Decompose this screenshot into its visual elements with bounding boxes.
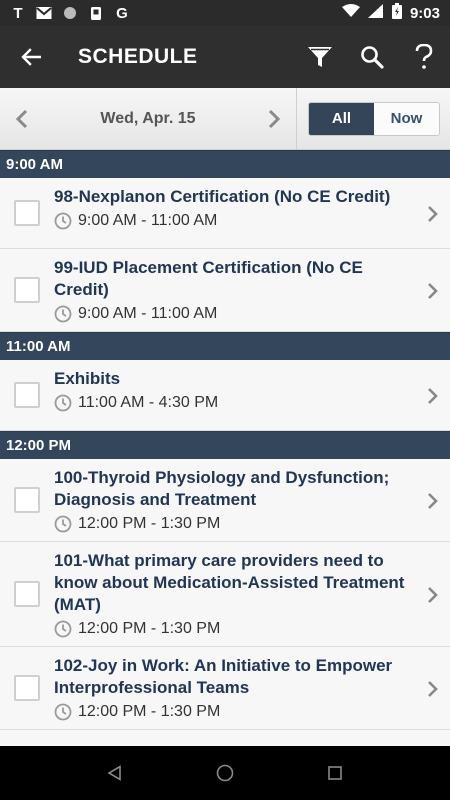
clock-icon <box>54 515 72 533</box>
session-checkbox[interactable] <box>14 675 40 701</box>
session-row[interactable]: 100-Thyroid Physiology and Dysfunction; … <box>0 459 450 542</box>
session-time: 11:00 AM - 4:30 PM <box>54 392 410 414</box>
t-app-icon: T <box>13 4 23 22</box>
schedule-list[interactable]: 9:00 AM 98-Nexplanon Certification (No C… <box>0 150 450 746</box>
session-checkbox[interactable] <box>14 487 40 513</box>
toggle-now-button[interactable]: Now <box>374 102 439 135</box>
session-time-text: 9:00 AM - 11:00 AM <box>78 305 218 322</box>
status-left-icons: T G <box>10 4 130 22</box>
session-time: 12:00 PM - 1:30 PM <box>54 701 410 723</box>
chevron-right-icon <box>428 681 438 697</box>
clock-icon <box>54 305 72 323</box>
chevron-right-icon <box>428 388 438 404</box>
nav-back-button[interactable] <box>95 753 135 793</box>
session-checkbox[interactable] <box>14 200 40 226</box>
page-title: SCHEDULE <box>78 45 198 68</box>
arrow-left-icon <box>21 48 41 66</box>
system-nav-bar <box>0 746 450 800</box>
session-content: 101-What primary care providers need to … <box>54 542 410 640</box>
signal-icon <box>367 4 384 22</box>
wifi-icon <box>341 4 360 22</box>
status-bar: T G 9:03 <box>0 0 450 26</box>
session-row[interactable]: 98-Nexplanon Certification (No CE Credit… <box>0 178 450 249</box>
gmail-icon <box>36 5 52 21</box>
time-group-header: 9:00 AM <box>0 150 450 178</box>
session-title: 101-What primary care providers need to … <box>54 551 405 614</box>
session-title: 99-IUD Placement Certification (No CE Cr… <box>54 258 363 299</box>
session-time: 9:00 AM - 11:00 AM <box>54 210 410 232</box>
clock-icon <box>54 620 72 638</box>
search-icon <box>361 46 384 69</box>
time-group-header: 12:00 PM <box>0 431 450 459</box>
session-row[interactable]: 101-What primary care providers need to … <box>0 542 450 647</box>
session-time-text: 12:00 PM - 1:30 PM <box>78 703 221 720</box>
clock-icon <box>54 703 72 721</box>
circle-home-icon <box>216 764 234 782</box>
status-right: 9:03 <box>341 3 440 23</box>
toggle-all-button[interactable]: All <box>309 102 374 135</box>
app-bar: SCHEDULE <box>0 26 450 88</box>
device-icon <box>88 5 104 21</box>
current-date: Wed, Apr. 15 <box>100 109 196 127</box>
session-title: Exhibits <box>54 369 121 388</box>
session-content: 100-Thyroid Physiology and Dysfunction; … <box>54 459 410 535</box>
appbar-actions <box>294 26 450 88</box>
chevron-right-icon <box>268 109 280 128</box>
previous-day-button[interactable] <box>0 88 44 150</box>
clock-time: 9:03 <box>409 4 440 22</box>
session-time-text: 9:00 AM - 11:00 AM <box>78 212 218 229</box>
help-button[interactable] <box>398 26 450 88</box>
session-row[interactable]: 102-Joy in Work: An Initiative to Empowe… <box>0 647 450 730</box>
session-checkbox[interactable] <box>14 382 40 408</box>
time-group-header: 11:00 AM <box>0 332 450 360</box>
chevron-right-icon <box>428 587 438 603</box>
session-time-text: 12:00 PM - 1:30 PM <box>78 515 221 532</box>
next-day-button[interactable] <box>252 88 296 150</box>
session-checkbox[interactable] <box>14 277 40 303</box>
session-content: Exhibits 11:00 AM - 4:30 PM <box>54 360 410 414</box>
filter-icon <box>308 47 332 67</box>
session-content: 98-Nexplanon Certification (No CE Credit… <box>54 178 410 232</box>
chevron-right-icon <box>428 206 438 222</box>
session-time: 9:00 AM - 11:00 AM <box>54 303 410 325</box>
session-title: 98-Nexplanon Certification (No CE Credit… <box>54 187 391 206</box>
triangle-back-icon <box>107 765 121 781</box>
session-title: 102-Joy in Work: An Initiative to Empowe… <box>54 656 393 697</box>
session-checkbox[interactable] <box>14 581 40 607</box>
session-time: 12:00 PM - 1:30 PM <box>54 513 410 535</box>
session-time: 12:00 PM - 1:30 PM <box>54 618 410 640</box>
search-button[interactable] <box>346 26 398 88</box>
g-app-icon: G <box>116 4 128 22</box>
nav-home-button[interactable] <box>205 753 245 793</box>
chevron-right-icon <box>428 493 438 509</box>
circle-icon <box>62 5 78 21</box>
chevron-left-icon <box>16 109 28 128</box>
chevron-right-icon <box>428 283 438 299</box>
session-time-text: 12:00 PM - 1:30 PM <box>78 620 221 637</box>
session-row[interactable]: Exhibits 11:00 AM - 4:30 PM <box>0 360 450 431</box>
square-recents-icon <box>328 766 342 780</box>
clock-icon <box>54 394 72 412</box>
session-time-text: 11:00 AM - 4:30 PM <box>78 394 219 411</box>
divider <box>296 87 297 150</box>
session-row-partial[interactable] <box>0 730 450 746</box>
nav-recents-button[interactable] <box>315 753 355 793</box>
help-icon <box>415 44 433 69</box>
battery-icon <box>391 3 402 23</box>
filter-button[interactable] <box>294 26 346 88</box>
session-content: 99-IUD Placement Certification (No CE Cr… <box>54 249 410 325</box>
back-button[interactable] <box>0 26 62 88</box>
session-content: 102-Joy in Work: An Initiative to Empowe… <box>54 647 410 723</box>
clock-icon <box>54 212 72 230</box>
date-bar: Wed, Apr. 15 All Now <box>0 87 450 150</box>
session-row[interactable]: 99-IUD Placement Certification (No CE Cr… <box>0 249 450 332</box>
session-title: 100-Thyroid Physiology and Dysfunction; … <box>54 468 390 509</box>
all-now-toggle: All Now <box>308 101 440 136</box>
